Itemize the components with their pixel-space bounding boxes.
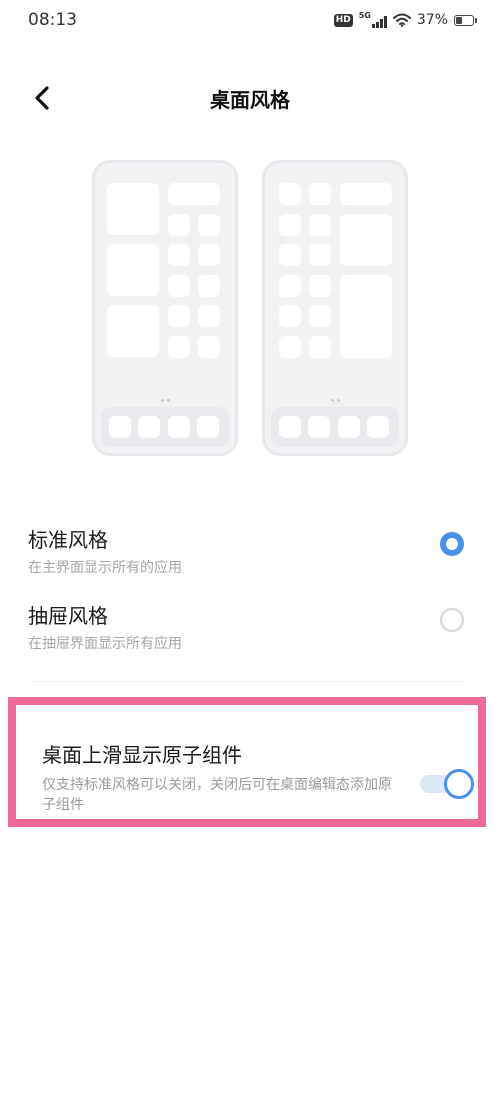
preview-dock-icon xyxy=(338,416,360,438)
section-divider xyxy=(34,681,466,682)
page-indicator xyxy=(161,399,170,402)
preview-widget xyxy=(107,305,159,357)
battery-percent: 37% xyxy=(416,12,448,28)
preview-dock-icon xyxy=(168,416,190,438)
battery-level-fill xyxy=(456,16,462,24)
preview-app-icon xyxy=(309,214,331,236)
preview-app-icon xyxy=(279,214,301,236)
preview-app-icon xyxy=(198,244,220,266)
preview-widget xyxy=(107,183,159,235)
preview-widget xyxy=(340,275,392,358)
option-title: 标准风格 xyxy=(28,528,108,552)
preview-app-icon xyxy=(309,336,331,358)
preview-app-icon xyxy=(309,244,331,266)
preview-app-icon xyxy=(168,336,190,358)
status-bar: 08:13 HD 5G 37% xyxy=(0,0,500,40)
preview-dock-icon xyxy=(367,416,389,438)
standard-style-preview[interactable] xyxy=(92,160,238,456)
atom-widget-title: 桌面上滑显示原子组件 xyxy=(42,743,242,767)
status-time: 08:13 xyxy=(28,10,77,30)
preview-dock xyxy=(271,407,399,447)
preview-app-icon xyxy=(168,305,190,327)
preview-app-icon xyxy=(309,275,331,297)
preview-widget xyxy=(168,183,220,205)
radio-unselected-icon[interactable] xyxy=(440,608,464,632)
preview-app-icon xyxy=(168,244,190,266)
preview-app-icon xyxy=(279,244,301,266)
preview-app-icon xyxy=(168,275,190,297)
preview-widget xyxy=(340,183,392,205)
atom-widget-toggle[interactable] xyxy=(420,769,474,799)
preview-app-icon xyxy=(198,214,220,236)
option-title: 抽屉风格 xyxy=(28,604,108,628)
drawer-style-preview[interactable] xyxy=(262,160,408,456)
preview-app-icon xyxy=(168,214,190,236)
option-description: 在抽屉界面显示所有应用 xyxy=(28,636,182,652)
preview-app-icon xyxy=(198,336,220,358)
preview-app-icon xyxy=(279,336,301,358)
preview-app-icon xyxy=(198,275,220,297)
preview-app-icon xyxy=(279,275,301,297)
page-indicator xyxy=(331,399,340,402)
status-icons: HD 5G 37% xyxy=(333,10,477,30)
option-description: 在主界面显示所有的应用 xyxy=(28,560,182,576)
preview-dock-icon xyxy=(109,416,131,438)
atom-widget-description: 仅支持标准风格可以关闭，关闭后可在桌面编辑态添加原子组件 xyxy=(42,777,392,813)
page-title: 桌面风格 xyxy=(210,88,290,112)
preview-dock-icon xyxy=(308,416,330,438)
toggle-knob xyxy=(444,769,474,799)
preview-dock-icon xyxy=(138,416,160,438)
preview-app-icon xyxy=(309,305,331,327)
radio-selected-icon[interactable] xyxy=(440,532,464,556)
hd-icon: HD xyxy=(333,13,353,27)
preview-widget xyxy=(107,244,159,296)
preview-dock-icon xyxy=(279,416,301,438)
cellular-signal-icon: 5G xyxy=(359,12,387,28)
preview-dock-icon xyxy=(197,416,219,438)
option-drawer-style[interactable]: 抽屉风格 在抽屉界面显示所有应用 xyxy=(28,600,472,660)
preview-app-icon xyxy=(198,305,220,327)
preview-app-icon xyxy=(279,305,301,327)
preview-app-icon xyxy=(309,183,331,205)
battery-icon xyxy=(454,14,477,26)
wifi-icon xyxy=(392,13,411,27)
atom-widget-setting: 桌面上滑显示原子组件 仅支持标准风格可以关闭，关闭后可在桌面编辑态添加原子组件 xyxy=(8,697,486,827)
network-type-label: 5G xyxy=(358,11,371,20)
preview-dock xyxy=(101,407,229,447)
option-standard-style[interactable]: 标准风格 在主界面显示所有的应用 xyxy=(28,524,472,584)
preview-widget xyxy=(340,214,392,266)
preview-app-icon xyxy=(279,183,301,205)
